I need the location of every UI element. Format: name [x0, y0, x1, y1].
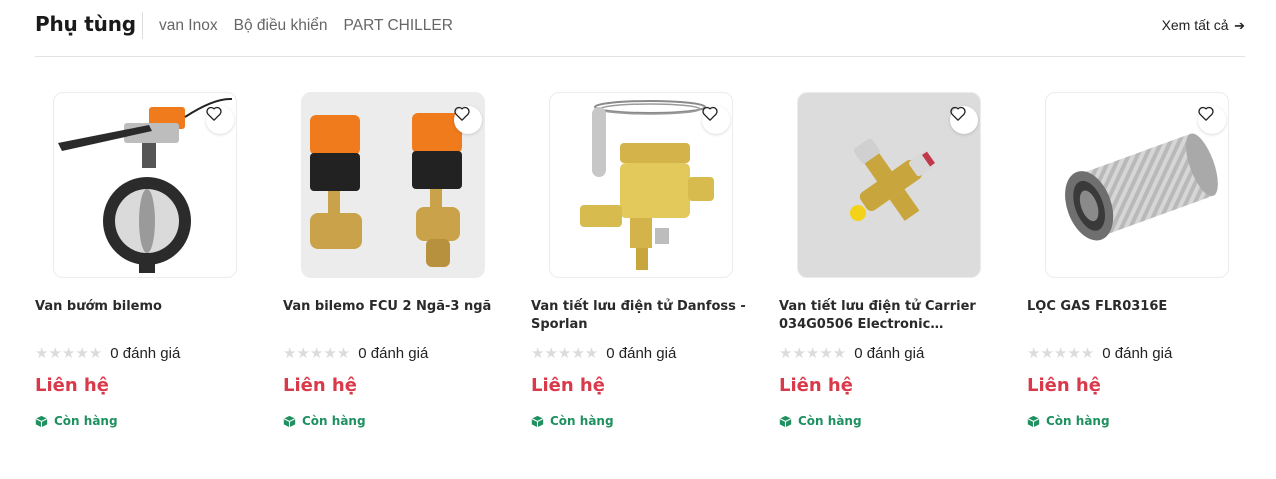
product-image-gas-filter[interactable]	[1045, 92, 1229, 278]
stock-label: Còn hàng	[1046, 414, 1110, 428]
product-name[interactable]: LỌC GAS FLR0316E	[1027, 298, 1242, 316]
tab-bo-dieu-khien[interactable]: Bộ điều khiển	[234, 17, 328, 35]
product-name[interactable]: Van tiết lưu điện tử Carrier 034G0506 El…	[779, 298, 994, 334]
rating-count: 0 đánh giá	[606, 344, 677, 362]
box-icon	[35, 415, 48, 427]
product-image-expansion-valve[interactable]	[549, 92, 733, 278]
stock-status: Còn hàng	[283, 414, 366, 428]
box-icon	[283, 415, 296, 427]
section-header: Phụ tùng van Inox Bộ điều khiển PART CHI…	[35, 0, 1245, 57]
product-rating: ★★★★★ 0 đánh giá	[531, 344, 676, 362]
wishlist-heart-icon[interactable]	[950, 106, 978, 134]
product-card[interactable]: Van bilemo FCU 2 Ngã-3 ngã ★★★★★ 0 đánh …	[283, 92, 503, 432]
tab-van-inox[interactable]: van Inox	[159, 17, 218, 35]
box-icon	[1027, 415, 1040, 427]
see-all-label: Xem tất cả	[1161, 17, 1229, 33]
stock-label: Còn hàng	[302, 414, 366, 428]
product-rating: ★★★★★ 0 đánh giá	[283, 344, 428, 362]
star-rating-icon: ★★★★★	[779, 344, 847, 362]
header-divider	[142, 12, 143, 39]
product-price: Liên hệ	[531, 375, 605, 396]
stock-label: Còn hàng	[550, 414, 614, 428]
rating-count: 0 đánh giá	[358, 344, 429, 362]
section-title: Phụ tùng	[35, 12, 136, 36]
product-rating: ★★★★★ 0 đánh giá	[779, 344, 924, 362]
star-rating-icon: ★★★★★	[1027, 344, 1095, 362]
wishlist-heart-icon[interactable]	[454, 106, 482, 134]
product-rating: ★★★★★ 0 đánh giá	[35, 344, 180, 362]
product-price: Liên hệ	[35, 375, 109, 396]
stock-status: Còn hàng	[531, 414, 614, 428]
product-card[interactable]: LỌC GAS FLR0316E ★★★★★ 0 đánh giá Liên h…	[1027, 92, 1247, 432]
wishlist-heart-icon[interactable]	[702, 106, 730, 134]
star-rating-icon: ★★★★★	[283, 344, 351, 362]
product-card[interactable]: Van bướm bilemo ★★★★★ 0 đánh giá Liên hệ…	[35, 92, 255, 432]
product-name[interactable]: Van tiết lưu điện tử Danfoss -Sporlan	[531, 298, 746, 334]
product-name[interactable]: Van bướm bilemo	[35, 298, 250, 316]
stock-label: Còn hàng	[798, 414, 862, 428]
rating-count: 0 đánh giá	[854, 344, 925, 362]
box-icon	[779, 415, 792, 427]
product-image-butterfly-valve[interactable]	[53, 92, 237, 278]
product-price: Liên hệ	[779, 375, 853, 396]
star-rating-icon: ★★★★★	[531, 344, 599, 362]
tab-part-chiller[interactable]: PART CHILLER	[344, 17, 453, 35]
rating-count: 0 đánh giá	[1102, 344, 1173, 362]
product-price: Liên hệ	[283, 375, 357, 396]
stock-status: Còn hàng	[1027, 414, 1110, 428]
wishlist-heart-icon[interactable]	[1198, 106, 1226, 134]
product-image-carrier-eev[interactable]	[797, 92, 981, 278]
category-tabs: van Inox Bộ điều khiển PART CHILLER	[159, 17, 453, 35]
see-all-link[interactable]: Xem tất cả ➔	[1162, 17, 1245, 34]
rating-count: 0 đánh giá	[110, 344, 181, 362]
product-card[interactable]: Van tiết lưu điện tử Carrier 034G0506 El…	[779, 92, 999, 432]
product-price: Liên hệ	[1027, 375, 1101, 396]
product-card[interactable]: Van tiết lưu điện tử Danfoss -Sporlan ★★…	[531, 92, 751, 432]
stock-status: Còn hàng	[35, 414, 118, 428]
product-rating: ★★★★★ 0 đánh giá	[1027, 344, 1172, 362]
product-image-fcu-valve[interactable]	[301, 92, 485, 278]
stock-label: Còn hàng	[54, 414, 118, 428]
arrow-right-icon: ➔	[1230, 18, 1245, 33]
star-rating-icon: ★★★★★	[35, 344, 103, 362]
box-icon	[531, 415, 544, 427]
wishlist-heart-icon[interactable]	[206, 106, 234, 134]
stock-status: Còn hàng	[779, 414, 862, 428]
product-name[interactable]: Van bilemo FCU 2 Ngã-3 ngã	[283, 298, 498, 316]
